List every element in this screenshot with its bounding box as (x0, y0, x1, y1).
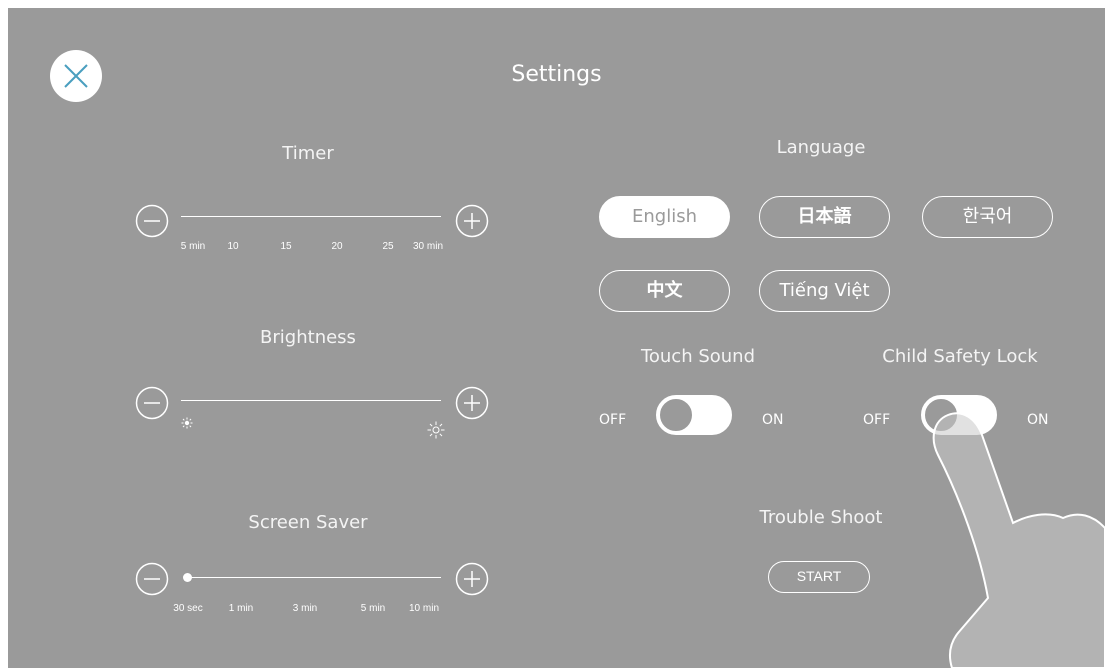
language-option-korean[interactable]: 한국어 (922, 196, 1053, 238)
language-option-vietnamese[interactable]: Tiếng Việt (759, 270, 890, 312)
touch-sound-toggle[interactable] (656, 395, 732, 435)
screen-saver-slider-thumb[interactable] (183, 573, 192, 582)
child-lock-off-label: OFF (863, 412, 891, 428)
touch-sound-label: Touch Sound (640, 346, 756, 367)
timer-tick: 5 min (180, 241, 206, 252)
language-option-chinese[interactable]: 中文 (599, 270, 730, 312)
brightness-plus-button[interactable] (455, 386, 489, 420)
brightness-high-icon (427, 421, 445, 439)
brightness-slider-track[interactable] (181, 400, 441, 401)
brightness-low-icon (181, 417, 193, 429)
page-title: Settings (511, 62, 602, 87)
screen-saver-slider-track[interactable] (188, 577, 441, 578)
screen-saver-tick: 10 min (408, 603, 440, 614)
pointing-hand-icon (932, 412, 1105, 668)
timer-tick: 10 (227, 241, 239, 252)
language-label: Language (776, 137, 866, 158)
timer-minus-button[interactable] (135, 204, 169, 238)
brightness-minus-button[interactable] (135, 386, 169, 420)
touch-sound-off-label: OFF (599, 412, 627, 428)
timer-tick: 30 min (412, 241, 444, 252)
timer-tick: 25 (382, 241, 394, 252)
child-lock-label: Child Safety Lock (882, 346, 1038, 367)
screen-saver-tick: 1 min (228, 603, 254, 614)
language-option-japanese[interactable]: 日本語 (759, 196, 890, 238)
timer-tick: 20 (331, 241, 343, 252)
timer-label: Timer (282, 143, 334, 164)
language-option-english[interactable]: English (599, 196, 730, 238)
trouble-shoot-label: Trouble Shoot (759, 507, 883, 528)
timer-slider-track[interactable] (181, 216, 441, 217)
timer-tick: 15 (280, 241, 292, 252)
screen-saver-plus-button[interactable] (455, 562, 489, 596)
screen-saver-tick: 5 min (360, 603, 386, 614)
settings-panel: Settings Timer 5 min 10 15 20 25 30 min … (8, 8, 1105, 668)
touch-sound-on-label: ON (762, 412, 784, 428)
start-button[interactable]: START (768, 561, 870, 593)
timer-plus-button[interactable] (455, 204, 489, 238)
toggle-knob (658, 397, 694, 433)
screen-saver-tick: 3 min (292, 603, 318, 614)
screen-saver-minus-button[interactable] (135, 562, 169, 596)
screen-saver-tick: 30 sec (173, 603, 203, 614)
screen-saver-label: Screen Saver (248, 512, 368, 533)
brightness-label: Brightness (260, 327, 356, 348)
